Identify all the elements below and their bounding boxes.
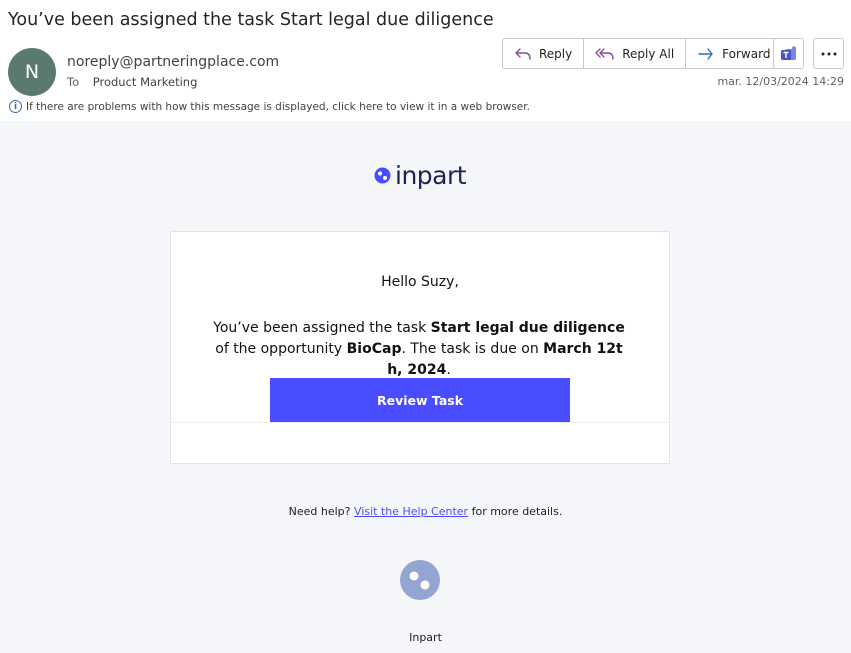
reply-button[interactable]: Reply [503, 39, 585, 68]
task-message: You’ve been assigned the task Start lega… [213, 320, 625, 378]
recipient-name[interactable]: Product Marketing [93, 75, 198, 89]
teams-button[interactable] [773, 38, 804, 69]
greeting: Hello Suzy, [381, 274, 459, 290]
task-name: Start legal due diligence [430, 320, 625, 336]
forward-button[interactable]: Forward [686, 39, 781, 68]
card-divider [171, 422, 669, 423]
logo-wordmark: inpart [395, 161, 467, 190]
teams-icon [780, 45, 796, 60]
recipient-row: To Product Marketing [67, 75, 197, 89]
reply-all-label: Reply All [622, 46, 675, 61]
sender-address[interactable]: noreply@partneringplace.com [67, 54, 279, 70]
forward-label: Forward [722, 46, 771, 61]
help-text: Need help? Visit the Help Center for mor… [288, 505, 563, 518]
inpart-footer-icon [400, 560, 440, 600]
email-body: inpart Hello Suzy, You’ve been assigned … [0, 121, 851, 653]
notification-card: Hello Suzy, You’ve been assigned the tas… [170, 231, 670, 464]
review-task-button[interactable]: Review Task [270, 378, 570, 422]
more-icon [821, 52, 836, 55]
info-icon: i [9, 100, 22, 113]
to-label: To [67, 75, 80, 89]
inpart-logo-icon [374, 167, 391, 184]
info-bar[interactable]: i If there are problems with how this me… [9, 100, 530, 113]
opportunity-name: BioCap [346, 341, 402, 357]
inpart-logo: inpart [374, 161, 467, 190]
received-date: mar. 12/03/2024 14:29 [717, 75, 844, 88]
reply-all-button[interactable]: Reply All [584, 39, 687, 68]
sender-avatar[interactable]: N [8, 48, 56, 96]
forward-icon [698, 47, 713, 60]
footer-name: Inpart [409, 631, 442, 644]
reply-all-icon [595, 47, 614, 60]
info-text[interactable]: If there are problems with how this mess… [26, 101, 530, 113]
more-options-button[interactable] [813, 38, 844, 69]
footer-logo [399, 559, 441, 605]
reply-icon [515, 47, 531, 60]
action-group: Reply Reply All Forward [502, 38, 783, 69]
reply-label: Reply [539, 46, 573, 61]
help-center-link[interactable]: Visit the Help Center [354, 505, 468, 518]
subject-line: You’ve been assigned the task Start lega… [8, 10, 494, 30]
